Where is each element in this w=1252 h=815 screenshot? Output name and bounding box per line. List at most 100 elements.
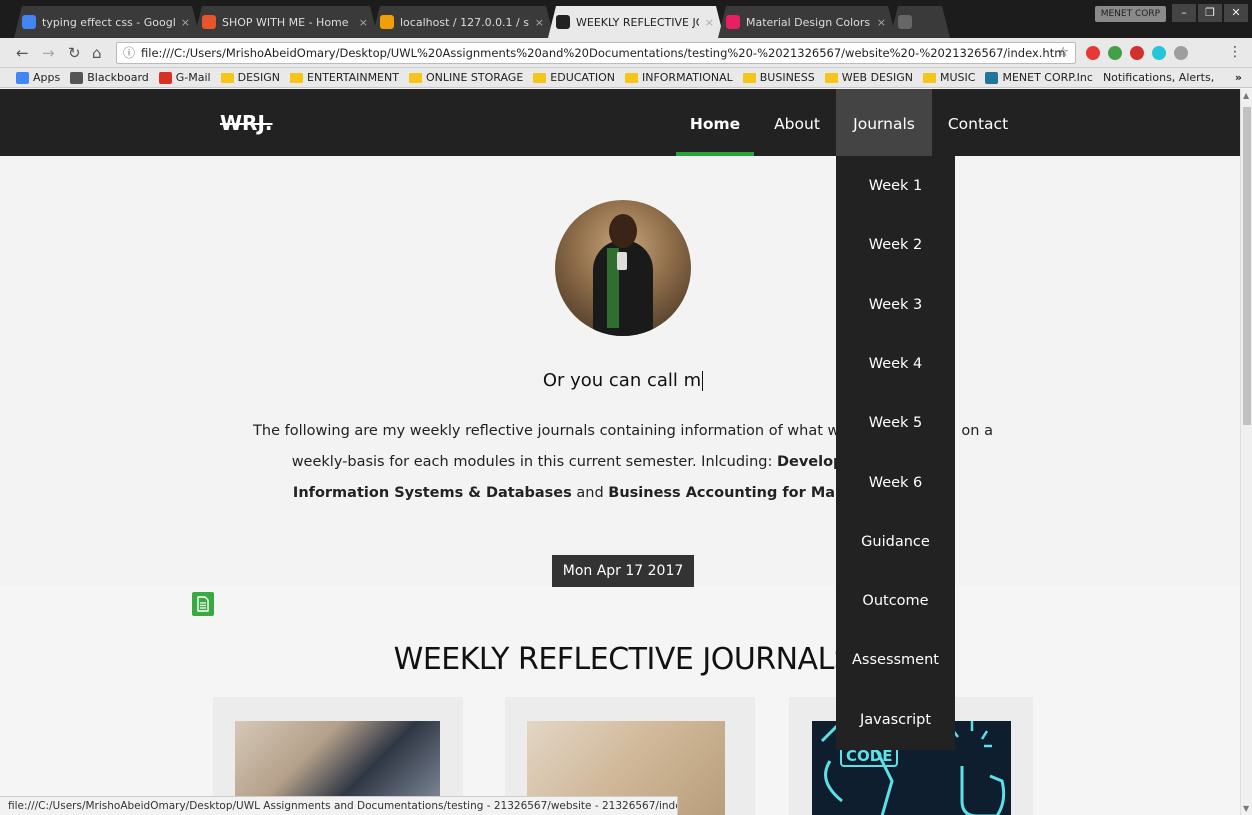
bookmark-item[interactable]: DESIGN (220, 71, 281, 84)
tab-title: localhost / 127.0.0.1 / sh (400, 15, 529, 29)
browser-tab[interactable]: localhost / 127.0.0.1 / sh × (372, 6, 554, 38)
bookmarks-overflow-icon[interactable]: » (1235, 71, 1242, 84)
browser-tab[interactable]: Material Design Colors, × (718, 6, 896, 38)
bookmark-label: WEB DESIGN (841, 71, 913, 84)
minimize-icon[interactable]: – (1172, 4, 1196, 22)
profile-badge[interactable]: MENET CORP (1094, 6, 1166, 22)
browser-tab[interactable]: WEEKLY REFLECTIVE JOU × (548, 6, 724, 38)
browser-tab[interactable]: SHOP WITH ME - Home × (194, 6, 378, 38)
dropdown-item[interactable]: Javascript (836, 705, 955, 735)
avatar-head-shape (609, 214, 637, 248)
folder-icon (290, 72, 304, 83)
tab-title: typing effect css - Googl (42, 15, 175, 29)
folder-icon (923, 72, 936, 83)
dropdown-item[interactable]: Assessment (836, 645, 955, 675)
folder-icon (220, 72, 234, 83)
tab-close-icon[interactable]: × (359, 16, 368, 29)
extension-icon[interactable] (1086, 46, 1100, 60)
site-navbar: WRJ. Home About Journals Contact (0, 89, 1240, 156)
gmail-icon (158, 71, 172, 84)
back-arrow-icon[interactable]: ← (16, 44, 29, 62)
nav-about-label: About (774, 115, 820, 133)
maximize-icon[interactable]: ❐ (1198, 4, 1222, 22)
bookmark-label: ENTERTAINMENT (307, 71, 399, 84)
tab-close-icon[interactable]: × (877, 16, 886, 29)
extension-icon[interactable] (1108, 46, 1122, 60)
tab-favicon-icon (22, 15, 36, 29)
apps-icon (16, 71, 29, 84)
dropdown-item[interactable]: Guidance (836, 527, 955, 557)
intro-line-2: weekly-basis for each modules in this cu… (291, 454, 777, 470)
journals-dropdown-menu: Week 1 Week 2 Week 3 Week 4 Week 5 Week 6 Guid… (836, 156, 955, 750)
forward-arrow-icon[interactable]: → (42, 44, 55, 62)
bookmark-label: Apps (33, 71, 61, 84)
tab-favicon-icon (380, 15, 394, 29)
nav-about[interactable]: About (764, 89, 830, 156)
bookmark-item[interactable]: G-Mail (158, 71, 211, 84)
tab-title: WEEKLY REFLECTIVE JOU (576, 15, 696, 29)
bookmark-item[interactable]: EDUCATION (533, 71, 615, 84)
bookmark-item[interactable]: MENET CORP.Inc (985, 71, 1093, 84)
bookmark-item[interactable]: Apps (16, 71, 60, 84)
nav-contact[interactable]: Contact (940, 89, 1016, 156)
bookmark-label: DESIGN (237, 71, 281, 84)
document-icon[interactable] (192, 592, 214, 616)
home-icon[interactable]: ⌂ (92, 44, 102, 62)
bookmark-item[interactable]: ENTERTAINMENT (290, 71, 399, 84)
dropdown-item[interactable]: Outcome (836, 586, 955, 616)
bookmark-item[interactable]: MUSIC (923, 71, 975, 84)
site-logo[interactable]: WRJ. (220, 111, 273, 135)
tab-close-icon[interactable]: × (705, 16, 714, 29)
info-icon[interactable]: ⓘ (123, 43, 135, 63)
tab-close-icon[interactable]: × (535, 16, 544, 29)
folder-icon (408, 72, 422, 83)
bookmark-item[interactable]: ONLINE STORAGE (408, 71, 524, 84)
tab-title: SHOP WITH ME - Home (222, 15, 349, 29)
dropdown-item[interactable]: Week 6 (836, 468, 955, 498)
extension-icon[interactable] (1174, 46, 1188, 60)
folder-icon (824, 72, 838, 83)
browser-tab[interactable]: typing effect css - Googl × (14, 6, 200, 38)
reload-icon[interactable]: ↻ (68, 44, 81, 62)
page-scrollbar[interactable]: ▲ ▼ (1240, 89, 1252, 815)
dropdown-item[interactable]: Week 5 (836, 408, 955, 438)
bookmark-label: Notifications, Alerts, (1102, 71, 1215, 84)
extension-icons (1086, 46, 1188, 60)
bookmark-item[interactable]: BUSINESS (742, 71, 815, 84)
dropdown-item[interactable]: Week 2 (836, 230, 955, 260)
bookmark-item[interactable]: Notifications, Alerts, (1103, 71, 1214, 84)
folder-icon (533, 72, 547, 83)
dropdown-item[interactable]: Week 3 (836, 290, 955, 320)
adblock-icon[interactable] (1130, 46, 1144, 60)
bookmark-item[interactable]: INFORMATIONAL (624, 71, 733, 84)
address-bar[interactable]: ⓘ file:///C:/Users/MrishoAbeidOmary/Desk… (116, 42, 1076, 64)
address-text: file:///C:/Users/MrishoAbeidOmary/Deskto… (141, 46, 1066, 60)
typing-text: Or you can call m (542, 370, 702, 391)
nav-journals[interactable]: Journals (836, 89, 932, 156)
scroll-down-icon[interactable]: ▼ (1243, 804, 1249, 813)
browser-menu-icon[interactable]: ⋮ (1228, 44, 1242, 60)
nav-journals-label: Journals (853, 115, 915, 133)
bookmark-label: INFORMATIONAL (641, 71, 733, 84)
bookmark-item[interactable]: Blackboard (70, 71, 149, 84)
close-icon[interactable]: ✕ (1224, 4, 1248, 22)
bookmark-label: EDUCATION (550, 71, 615, 84)
nav-home[interactable]: Home (676, 89, 754, 156)
bookmark-star-icon[interactable]: ☆ (1057, 43, 1069, 63)
extension-icon[interactable] (1152, 46, 1166, 60)
dropdown-item[interactable]: Week 4 (836, 349, 955, 379)
section-title: WEEKLY REFLECTIVE JOURNALS (393, 642, 853, 677)
status-bar: file:///C:/Users/MrishoAbeidOmary/Deskto… (0, 796, 678, 815)
tab-favicon-icon (726, 15, 740, 29)
intro-line-1: The following are my weekly reflective j… (253, 423, 840, 439)
bookmark-item[interactable]: WEB DESIGN (824, 71, 913, 84)
bookmark-label: ONLINE STORAGE (425, 71, 524, 84)
typing-headline: Or you can call m (0, 370, 1240, 391)
scroll-up-icon[interactable]: ▲ (1243, 91, 1249, 100)
tab-close-icon[interactable]: × (181, 16, 190, 29)
tab-favicon-icon (556, 15, 570, 29)
dropdown-item[interactable]: Week 1 (836, 171, 955, 201)
profile-avatar (555, 200, 691, 336)
scrollbar-thumb[interactable] (1243, 107, 1251, 425)
browser-tab[interactable] (890, 6, 950, 38)
